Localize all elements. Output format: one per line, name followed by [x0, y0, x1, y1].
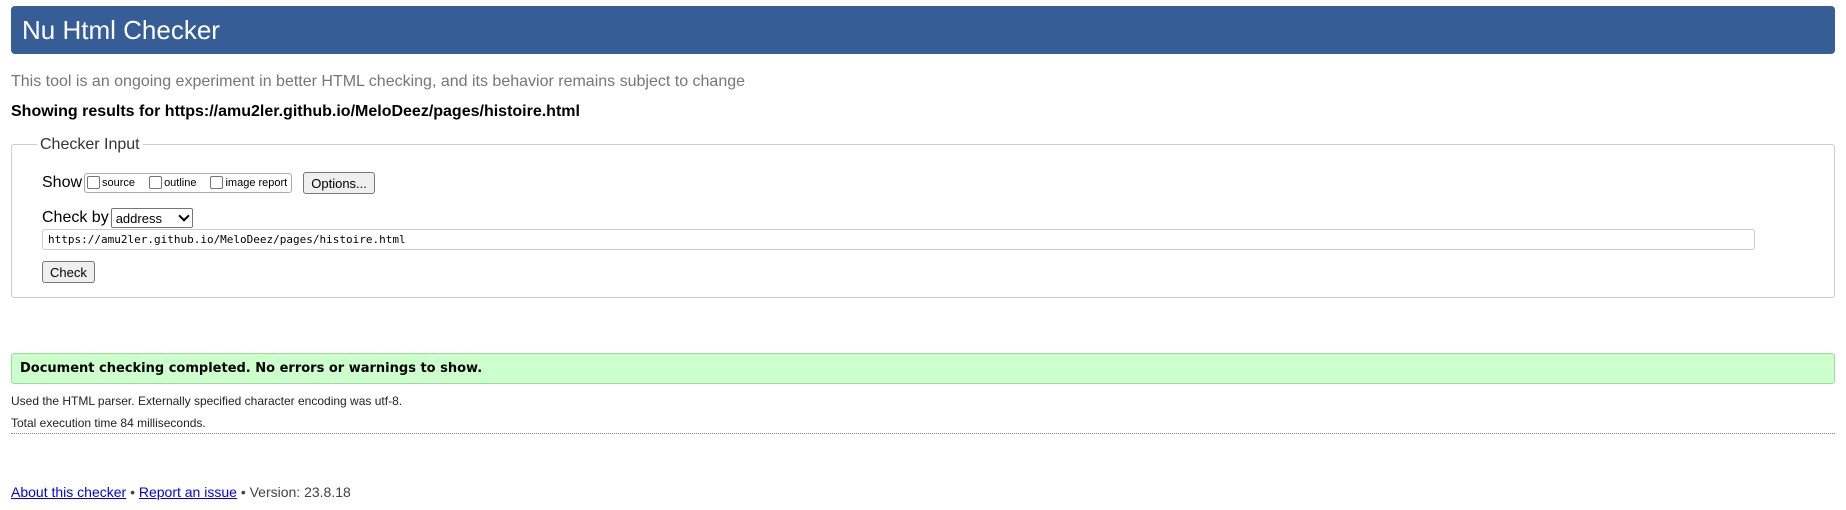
options-button[interactable]: Options...: [303, 172, 375, 194]
page-header: Nu Html Checker: [11, 6, 1835, 54]
checker-input-fieldset: Checker Input Show source outline image …: [11, 135, 1835, 298]
show-options-group: source outline image report: [84, 173, 293, 193]
show-row: Show source outline image report Options…: [42, 171, 375, 195]
check-by-select[interactable]: address: [110, 208, 193, 228]
chevron-down-icon: [178, 210, 190, 222]
parser-info: Used the HTML parser. Externally specifi…: [11, 394, 403, 408]
showing-results-heading: Showing results for https://amu2ler.gith…: [11, 103, 580, 120]
page-title: Nu Html Checker: [22, 15, 220, 45]
show-outline-option[interactable]: outline: [149, 175, 197, 190]
check-by-row: Check by address: [42, 206, 193, 230]
about-checker-link[interactable]: About this checker: [11, 484, 126, 500]
show-source-option[interactable]: source: [87, 175, 136, 190]
check-button[interactable]: Check: [42, 261, 95, 283]
execution-time: Total execution time 84 milliseconds.: [11, 416, 206, 430]
check-by-selected-value: address: [115, 210, 162, 226]
outline-checkbox[interactable]: [149, 175, 163, 189]
checker-input-legend: Checker Input: [37, 135, 143, 155]
page: Nu Html Checker This tool is an ongoing …: [0, 0, 1846, 510]
result-details: Used the HTML parser. Externally specifi…: [11, 390, 402, 434]
footer: About this checker • Report an issue • V…: [11, 484, 351, 500]
show-image-report-option[interactable]: image report: [210, 175, 288, 190]
show-label: Show: [42, 174, 83, 191]
version-text: • Version: 23.8.18: [240, 484, 351, 500]
source-checkbox[interactable]: [87, 175, 101, 189]
success-message: Document checking completed. No errors o…: [11, 353, 1835, 384]
footer-separator: •: [130, 484, 135, 500]
intro-text: This tool is an ongoing experiment in be…: [11, 73, 746, 90]
url-input[interactable]: https://amu2ler.github.io/MeloDeez/pages…: [42, 229, 1755, 250]
report-issue-link[interactable]: Report an issue: [139, 484, 237, 500]
outline-checkbox-label: outline: [164, 177, 197, 189]
image-report-checkbox-label: image report: [225, 177, 288, 189]
check-by-label: Check by: [42, 209, 109, 226]
source-checkbox-label: source: [102, 177, 136, 189]
image-report-checkbox[interactable]: [210, 175, 224, 189]
divider: [11, 433, 1835, 434]
